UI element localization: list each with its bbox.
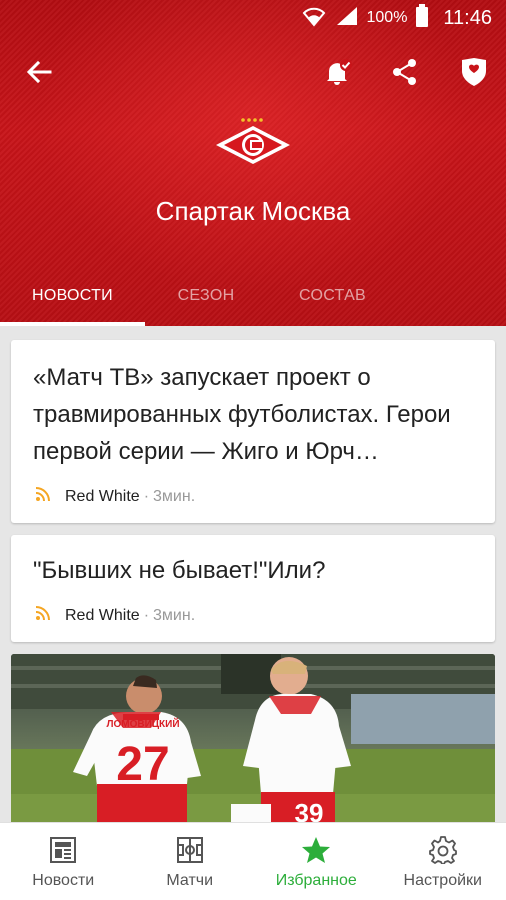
news-card[interactable]: «Матч ТВ» запускает проект о травмирован… [11, 340, 495, 523]
tab-roster[interactable]: СОСТАВ [267, 266, 398, 326]
nav-label: Новости [32, 871, 95, 889]
tab-label: СОСТАВ [298, 287, 367, 304]
status-bar: 100% 11:46 [0, 0, 506, 36]
field-icon [176, 834, 203, 866]
nav-matches[interactable]: Матчи [127, 823, 254, 900]
tab-season[interactable]: СЕЗОН [145, 266, 267, 326]
bottom-navigation: Новости Матчи Избранное Настройки [0, 822, 506, 900]
news-source: Red White [65, 487, 140, 505]
news-icon [50, 834, 77, 866]
share-button[interactable] [383, 52, 427, 96]
nav-label: Матчи [166, 871, 214, 889]
tab-news[interactable]: НОВОСТИ [0, 266, 145, 326]
player-number: 39 [295, 798, 324, 824]
share-icon [391, 58, 419, 91]
nav-label: Избранное [275, 871, 357, 889]
battery-icon [415, 3, 429, 33]
nav-favorites[interactable]: Избранное [253, 823, 380, 900]
back-arrow-icon [26, 59, 52, 90]
favorite-shield-icon [460, 57, 488, 92]
signal-icon [335, 5, 359, 32]
nav-news[interactable]: Новости [0, 823, 127, 900]
clock: 11:46 [443, 6, 492, 29]
notification-button[interactable] [316, 52, 360, 96]
tab-label: СЕЗОН [177, 287, 235, 304]
rss-icon [35, 486, 51, 507]
spartak-logo [214, 116, 292, 170]
news-time: 3мин. [153, 606, 196, 624]
meta-separator: · [143, 487, 150, 505]
gear-icon [428, 834, 457, 866]
battery-percent: 100% [366, 9, 408, 26]
news-title: "Бывших не бывает!"Или? [33, 557, 326, 584]
nav-settings[interactable]: Настройки [380, 823, 506, 900]
news-time: 3мин. [153, 487, 196, 505]
wifi-icon [301, 5, 327, 32]
rss-icon [35, 605, 51, 626]
news-title: «Матч ТВ» запускает проект о травмирован… [33, 364, 451, 465]
news-card[interactable]: "Бывших не бывает!"Или? Red White · 3мин… [11, 535, 495, 642]
news-photo-card[interactable]: ЛОМОВИЦКИЙ 27 39 [11, 654, 495, 824]
news-meta: Red White · 3мин. [35, 605, 195, 626]
meta-separator: · [143, 606, 150, 624]
back-button[interactable] [17, 52, 61, 96]
match-photo: ЛОМОВИЦКИЙ 27 39 [11, 654, 495, 824]
nav-label: Настройки [403, 871, 482, 889]
team-title: Спартак Москва [155, 196, 351, 226]
favorite-button[interactable] [452, 52, 496, 96]
star-icon [301, 834, 331, 866]
news-meta: Red White · 3мин. [35, 486, 195, 507]
player-number: 27 [116, 738, 169, 791]
player-name: ЛОМОВИЦКИЙ [106, 717, 179, 730]
notification-bell-icon [323, 57, 353, 92]
tab-bar: НОВОСТИ СЕЗОН СОСТАВ [0, 266, 506, 326]
team-header: 100% 11:46 Спартак Москва НОВОСТИ СЕЗОН … [0, 0, 506, 326]
news-source: Red White [65, 606, 140, 624]
tab-label: НОВОСТИ [32, 287, 113, 304]
